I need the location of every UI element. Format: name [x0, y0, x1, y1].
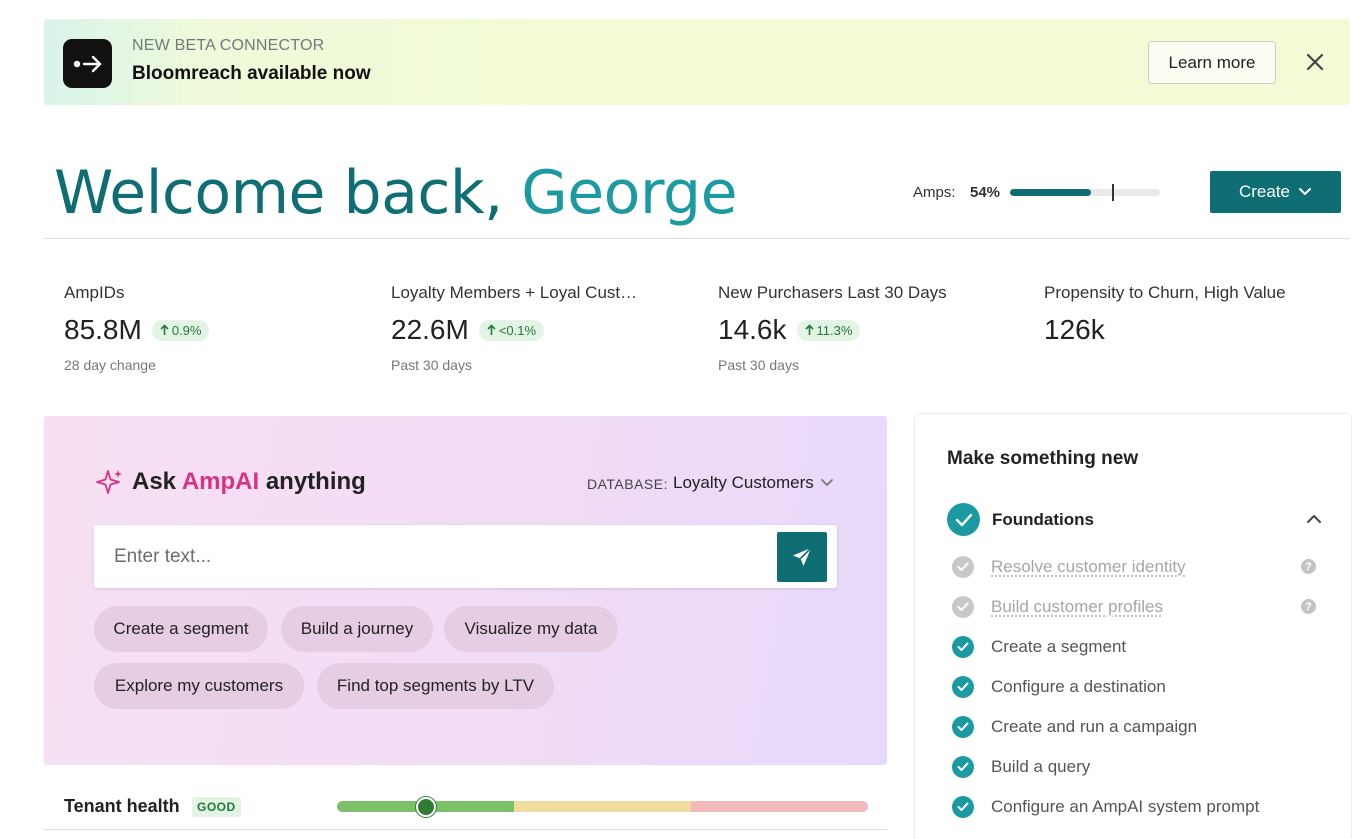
- database-select[interactable]: Loyalty Customers: [673, 473, 834, 493]
- task-label: Configure an AmpAI system prompt: [991, 797, 1259, 817]
- check-circle-disabled-icon: [952, 596, 974, 618]
- help-icon[interactable]: ?: [1301, 599, 1316, 614]
- chip-visualize-data[interactable]: Visualize my data: [444, 606, 618, 652]
- stat-subtext: Past 30 days: [391, 357, 637, 373]
- status-badge: GOOD: [192, 797, 241, 817]
- task-item[interactable]: Create a segment: [952, 635, 1126, 659]
- section-divider: [44, 829, 887, 830]
- ampai-title-prefix: Ask: [132, 468, 182, 495]
- check-circle-icon: [952, 676, 974, 698]
- ampai-panel: Ask AmpAI anything DATABASE: Loyalty Cus…: [44, 416, 887, 765]
- page-title: Welcome back, George: [54, 158, 737, 228]
- stat-ampids[interactable]: AmpIDs 85.8M 0.9% 28 day change: [64, 283, 209, 373]
- task-item[interactable]: Create and run a campaign: [952, 715, 1197, 739]
- amps-progress-bar: [1010, 189, 1160, 196]
- learn-more-button[interactable]: Learn more: [1148, 41, 1276, 84]
- arrow-right-icon: [63, 39, 112, 88]
- chevron-up-icon[interactable]: [1305, 510, 1323, 528]
- health-segment-warning: [514, 801, 691, 812]
- help-icon[interactable]: ?: [1301, 559, 1316, 574]
- tenant-health-indicator: [416, 797, 436, 817]
- stat-label: AmpIDs: [64, 283, 209, 303]
- task-label: Configure a destination: [991, 677, 1166, 697]
- stat-label: Propensity to Churn, High Value: [1044, 283, 1286, 303]
- stat-delta-value: 11.3%: [817, 323, 853, 338]
- stat-propensity-churn[interactable]: Propensity to Churn, High Value 126k: [1044, 283, 1286, 348]
- amps-progress-fill: [1010, 189, 1091, 196]
- make-something-new-card: Make something new Foundations Resolve c…: [915, 414, 1351, 839]
- check-circle-icon: [952, 756, 974, 778]
- chevron-down-icon: [1298, 187, 1312, 197]
- banner-title: Bloomreach available now: [132, 63, 371, 85]
- card-title: Make something new: [947, 448, 1138, 470]
- task-label: Create a segment: [991, 637, 1126, 657]
- stat-label: Loyalty Members + Loyal Cust…: [391, 283, 637, 303]
- task-item[interactable]: Build a query: [952, 755, 1090, 779]
- stat-delta-badge: 11.3%: [797, 320, 861, 341]
- check-circle-disabled-icon: [952, 556, 974, 578]
- chip-explore-customers[interactable]: Explore my customers: [94, 663, 304, 709]
- arrow-up-icon: [487, 324, 496, 336]
- foundations-section-title[interactable]: Foundations: [992, 510, 1094, 530]
- stat-value: 22.6M: [391, 314, 469, 346]
- header-divider: [44, 238, 1350, 239]
- task-label: Build a query: [991, 757, 1090, 777]
- stat-loyalty-members[interactable]: Loyalty Members + Loyal Cust… 22.6M <0.1…: [391, 283, 637, 373]
- task-item[interactable]: Configure an AmpAI system prompt: [952, 795, 1259, 819]
- check-circle-icon: [947, 503, 980, 536]
- stat-value: 85.8M: [64, 314, 142, 346]
- send-button[interactable]: [777, 532, 827, 582]
- database-value: Loyalty Customers: [673, 473, 814, 493]
- tenant-health-label: Tenant health: [64, 796, 180, 817]
- ampai-brand: AmpAI: [182, 468, 259, 495]
- beta-connector-banner: NEW BETA CONNECTOR Bloomreach available …: [44, 19, 1350, 105]
- create-button[interactable]: Create: [1210, 171, 1341, 213]
- banner-eyebrow: NEW BETA CONNECTOR: [132, 37, 324, 55]
- user-name: George: [521, 158, 737, 228]
- amps-label: Amps:: [913, 184, 956, 201]
- chip-build-journey[interactable]: Build a journey: [281, 606, 433, 652]
- database-label: DATABASE:: [587, 476, 668, 492]
- stat-subtext: 28 day change: [64, 357, 209, 373]
- ampai-input-box: [94, 525, 837, 588]
- task-label: Build customer profiles: [991, 597, 1163, 617]
- close-icon[interactable]: [1304, 51, 1326, 73]
- task-label: Create and run a campaign: [991, 717, 1197, 737]
- amps-threshold-marker: [1112, 184, 1114, 201]
- health-segment-bad: [691, 801, 868, 812]
- chevron-down-icon: [820, 478, 834, 488]
- arrow-up-icon: [805, 324, 814, 336]
- stat-subtext: Past 30 days: [718, 357, 947, 373]
- welcome-prefix: Welcome back,: [54, 158, 521, 228]
- chip-create-segment[interactable]: Create a segment: [94, 606, 268, 652]
- ampai-title: Ask AmpAI anything: [96, 468, 366, 496]
- check-circle-icon: [952, 716, 974, 738]
- task-item[interactable]: Configure a destination: [952, 675, 1166, 699]
- stat-delta-value: <0.1%: [499, 323, 536, 338]
- stat-delta-badge: <0.1%: [479, 320, 544, 341]
- ampai-title-suffix: anything: [259, 468, 366, 495]
- arrow-up-icon: [160, 324, 169, 336]
- task-label: Resolve customer identity: [991, 557, 1186, 577]
- create-button-label: Create: [1239, 182, 1290, 202]
- stat-new-purchasers[interactable]: New Purchasers Last 30 Days 14.6k 11.3% …: [718, 283, 947, 373]
- stat-label: New Purchasers Last 30 Days: [718, 283, 947, 303]
- task-item[interactable]: Resolve customer identity: [952, 555, 1186, 579]
- check-circle-icon: [952, 636, 974, 658]
- sparkle-icon: [96, 468, 124, 496]
- stat-delta-badge: 0.9%: [152, 320, 210, 341]
- stat-delta-value: 0.9%: [172, 323, 202, 338]
- stat-value: 126k: [1044, 314, 1105, 346]
- check-circle-icon: [952, 796, 974, 818]
- stat-value: 14.6k: [718, 314, 787, 346]
- amps-value: 54%: [970, 184, 1000, 201]
- task-item[interactable]: Build customer profiles: [952, 595, 1163, 619]
- chip-top-segments-ltv[interactable]: Find top segments by LTV: [317, 663, 554, 709]
- send-icon: [790, 545, 814, 569]
- ampai-input[interactable]: [114, 543, 754, 571]
